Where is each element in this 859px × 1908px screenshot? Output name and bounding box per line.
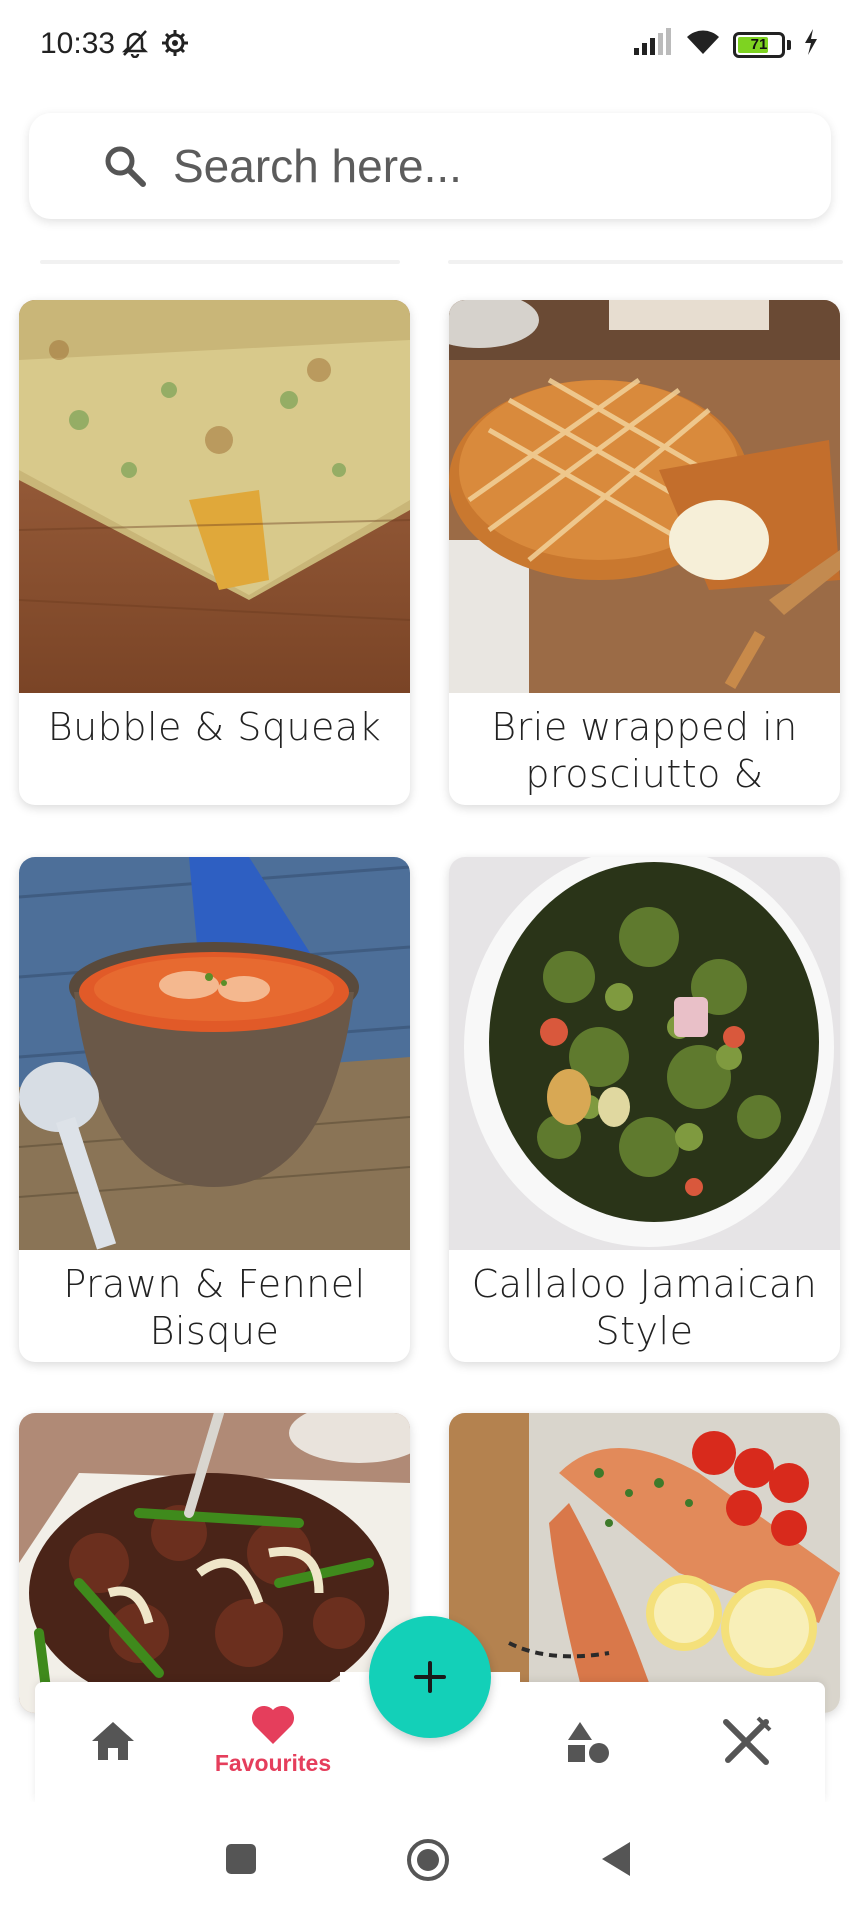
plus-icon (414, 1661, 446, 1693)
status-bar: 10:33 71 (0, 0, 859, 90)
prawn-bisque-photo (19, 857, 410, 1250)
fork-knife-icon (723, 1716, 772, 1765)
recipe-title: Prawn & Fennel Bisque (63, 1262, 366, 1353)
heart-icon (251, 1705, 295, 1744)
nav-favourites-label: Favourites (214, 1750, 332, 1776)
bubble-squeak-photo (19, 300, 410, 693)
battery-level: 71 (750, 35, 768, 53)
recipe-card[interactable]: Brie wrapped in prosciutto & brioche (449, 300, 840, 805)
search-bar[interactable] (29, 113, 831, 219)
signal-icon (633, 28, 673, 61)
status-time: 10:33 (40, 27, 116, 60)
add-recipe-button[interactable] (369, 1616, 491, 1738)
nav-favourites[interactable]: Favourites (203, 1702, 343, 1777)
divider (40, 260, 400, 264)
recipe-title: Callaloo Jamaican Style (471, 1262, 818, 1353)
search-input[interactable] (173, 139, 773, 193)
battery-icon: 71 (733, 31, 785, 58)
salmon-lemon-photo (449, 1413, 840, 1713)
recipe-title: Bubble & Squeak (47, 705, 382, 749)
recipe-card[interactable]: Prawn & Fennel Bisque (19, 857, 410, 1362)
mute-bell-icon (120, 28, 150, 63)
recipe-title: Brie wrapped in prosciutto & brioche (491, 705, 798, 805)
settings-gear-icon (160, 28, 190, 63)
search-icon (105, 146, 146, 187)
home-circle-icon[interactable] (406, 1838, 450, 1882)
wifi-icon (685, 28, 721, 61)
back-icon[interactable] (600, 1840, 632, 1878)
brie-brioche-photo (449, 300, 840, 693)
battery-tip (787, 39, 791, 50)
beef-stir-fry-photo (19, 1413, 410, 1713)
recipe-card[interactable] (19, 1413, 410, 1713)
system-nav-bar (0, 1802, 859, 1908)
nav-recipes[interactable] (720, 1716, 772, 1768)
nav-home[interactable] (90, 1720, 136, 1762)
recipe-card[interactable]: Bubble & Squeak (19, 300, 410, 805)
callaloo-photo (449, 857, 840, 1250)
home-icon (92, 1722, 134, 1760)
charging-icon (803, 29, 819, 60)
shapes-icon (568, 1722, 609, 1763)
divider (448, 260, 843, 264)
recents-icon[interactable] (224, 1842, 258, 1876)
nav-categories[interactable] (566, 1720, 610, 1764)
recipe-card[interactable] (449, 1413, 840, 1713)
recipe-card[interactable]: Callaloo Jamaican Style (449, 857, 840, 1362)
